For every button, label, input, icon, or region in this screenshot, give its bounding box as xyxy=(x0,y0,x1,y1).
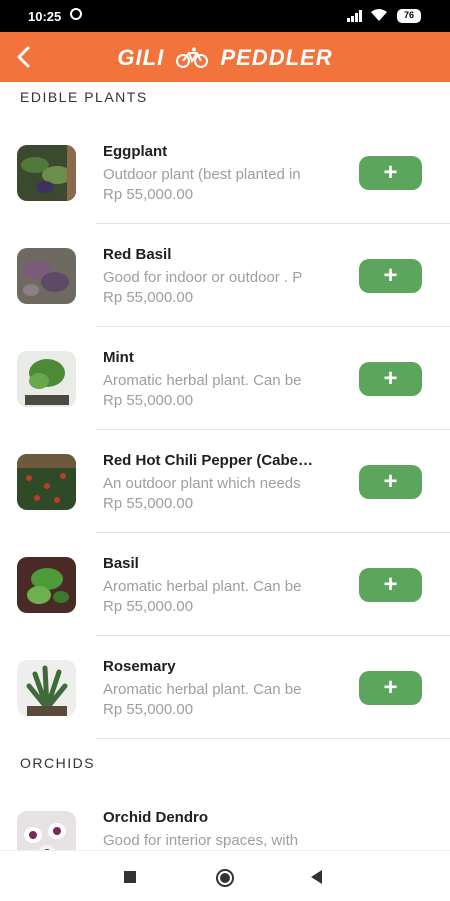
product-price: Rp 55,000.00 xyxy=(103,701,194,718)
add-to-cart-button[interactable]: + xyxy=(359,259,422,293)
add-to-cart-button[interactable]: + xyxy=(359,362,422,396)
list-item[interactable]: Mint Aromatic herbal plant. Can be Rp 55… xyxy=(0,327,450,430)
section-title-orchids: ORCHIDS xyxy=(20,755,96,771)
alarm-icon xyxy=(70,8,82,20)
add-to-cart-button[interactable]: + xyxy=(359,465,422,499)
product-description: Good for indoor or outdoor . P xyxy=(103,269,303,286)
product-name: Rosemary xyxy=(103,658,176,675)
product-image xyxy=(17,811,76,850)
product-description: Aromatic herbal plant. Can be xyxy=(103,372,302,389)
product-description: Aromatic herbal plant. Can be xyxy=(103,681,302,698)
logo-text-left: GILI xyxy=(117,45,165,70)
product-name: Red Basil xyxy=(103,246,172,263)
list-item[interactable]: Eggplant Outdoor plant (best planted in … xyxy=(0,121,450,224)
product-name: Basil xyxy=(103,555,139,572)
product-price: Rp 55,000.00 xyxy=(103,289,194,306)
home-circle-icon[interactable] xyxy=(215,868,235,888)
list-item[interactable]: Rosemary Aromatic herbal plant. Can be R… xyxy=(0,636,450,739)
add-to-cart-button[interactable]: + xyxy=(359,671,422,705)
product-description: An outdoor plant which needs xyxy=(103,475,301,492)
product-price: Rp 55,000.00 xyxy=(103,598,194,615)
product-image xyxy=(17,145,76,201)
product-image xyxy=(17,557,76,613)
product-list[interactable]: EDIBLE PLANTS Eggplant Outdoor plant (be… xyxy=(0,82,450,850)
bicycle-icon xyxy=(176,47,209,68)
product-price: Rp 55,000.00 xyxy=(103,495,194,512)
product-image xyxy=(17,454,76,510)
list-item[interactable]: Basil Aromatic herbal plant. Can be Rp 5… xyxy=(0,533,450,636)
product-name: Mint xyxy=(103,349,134,366)
product-price: Rp 55,000.00 xyxy=(103,392,194,409)
product-description: Aromatic herbal plant. Can be xyxy=(103,578,302,595)
divider xyxy=(96,738,450,739)
list-item[interactable]: Red Hot Chili Pepper (Cabe… An outdoor p… xyxy=(0,430,450,533)
product-image xyxy=(17,351,76,407)
product-price: Rp 55,000.00 xyxy=(103,186,194,203)
app-logo: GILI PEDDLER xyxy=(0,45,450,71)
logo-text-right: PEDDLER xyxy=(220,45,333,70)
list-item[interactable]: Red Basil Good for indoor or outdoor . P… xyxy=(0,224,450,327)
add-to-cart-button[interactable]: + xyxy=(359,156,422,190)
app-header: GILI PEDDLER xyxy=(0,32,450,82)
product-description: Outdoor plant (best planted in xyxy=(103,166,301,183)
section-title-edible-plants: EDIBLE PLANTS xyxy=(20,89,148,105)
product-image xyxy=(17,660,76,716)
status-bar: 10:25 76 xyxy=(0,0,450,32)
product-description: Good for interior spaces, with xyxy=(103,832,299,849)
wifi-icon xyxy=(371,9,387,21)
product-name: Red Hot Chili Pepper (Cabe… xyxy=(103,452,314,469)
add-to-cart-button[interactable]: + xyxy=(359,568,422,602)
status-time: 10:25 xyxy=(28,9,62,24)
recents-square-icon[interactable] xyxy=(124,871,136,883)
system-nav-bar xyxy=(0,850,450,901)
battery-icon: 76 xyxy=(397,9,421,23)
product-image xyxy=(17,248,76,304)
product-name: Eggplant xyxy=(103,143,168,160)
back-triangle-icon[interactable] xyxy=(308,868,324,886)
product-name: Orchid Dendro xyxy=(103,809,209,826)
signal-icon xyxy=(347,10,363,22)
list-item[interactable]: Orchid Dendro Good for interior spaces, … xyxy=(0,787,450,850)
